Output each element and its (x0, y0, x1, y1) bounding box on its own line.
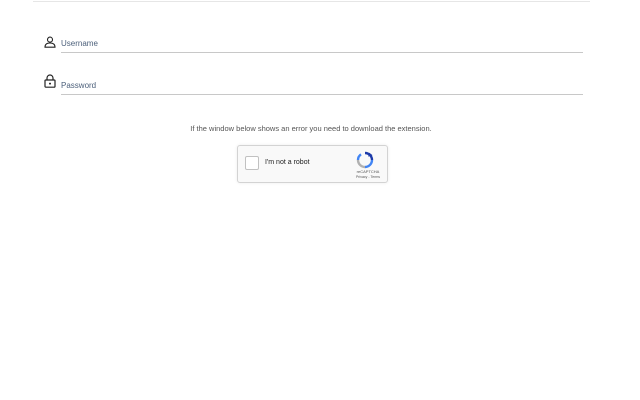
extension-notice: If the window below shows an error you n… (190, 124, 432, 133)
recaptcha-label: I'm not a robot (265, 159, 310, 166)
lock-icon (44, 74, 56, 88)
recaptcha-widget: I'm not a robot reCAPTCHA Privacy - Term… (237, 145, 388, 183)
recaptcha-terms-link[interactable]: Terms (371, 175, 381, 179)
username-input[interactable] (61, 35, 583, 51)
recaptcha-privacy-link[interactable]: Privacy (356, 175, 367, 179)
password-underline (61, 94, 583, 95)
username-underline (61, 52, 583, 53)
password-field-group (44, 74, 584, 101)
top-divider (33, 1, 590, 2)
recaptcha-checkbox[interactable] (245, 156, 259, 170)
recaptcha-links: Privacy - Terms (348, 175, 388, 179)
password-input[interactable] (61, 77, 583, 93)
username-field-group (44, 35, 584, 59)
recaptcha-brand: reCAPTCHA (356, 169, 380, 174)
login-page: If the window below shows an error you n… (0, 0, 640, 400)
recaptcha-logo-icon (356, 151, 374, 169)
user-icon (44, 35, 56, 49)
